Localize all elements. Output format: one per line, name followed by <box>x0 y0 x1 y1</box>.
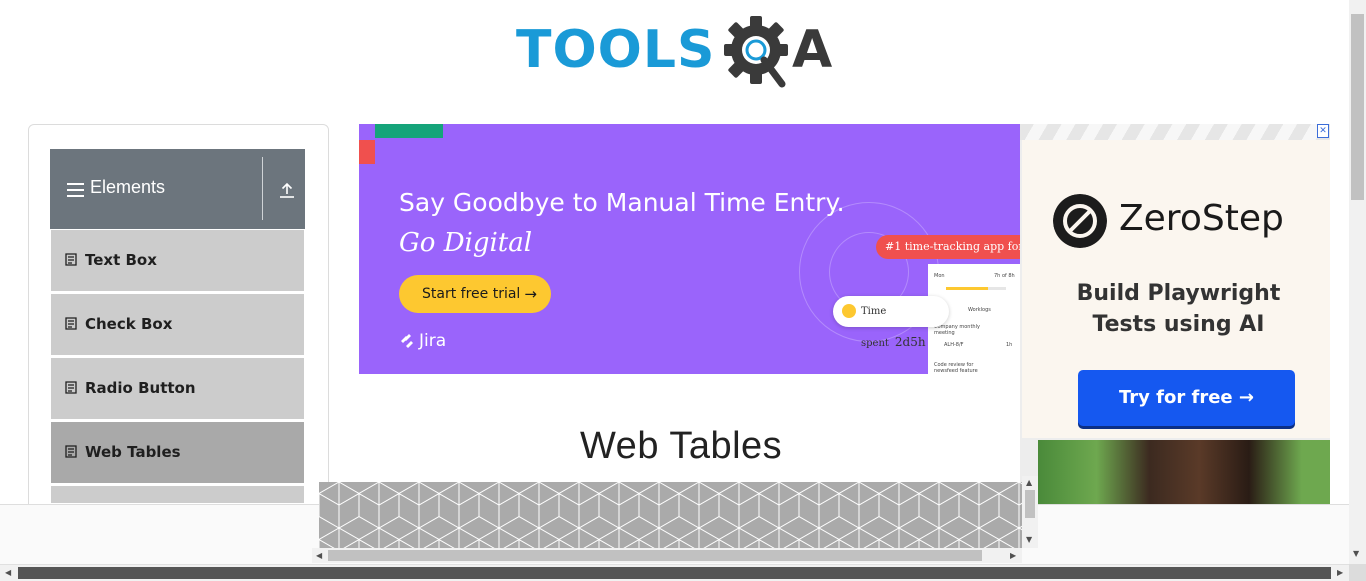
sidebar-item-radio-button[interactable]: Radio Button <box>51 358 304 420</box>
card-section: Worklogs <box>968 307 991 313</box>
zerostep-logo-icon <box>1053 194 1107 248</box>
jira-brand: Jira <box>399 331 446 351</box>
sidebar-item-web-tables[interactable]: Web Tables <box>51 422 304 484</box>
timer-value: 2d5h <box>894 335 926 349</box>
document-icon <box>65 445 77 458</box>
ad-timer-chip: Time spent 2d5h <box>833 296 949 349</box>
scroll-thumb[interactable] <box>1351 14 1364 200</box>
document-icon <box>65 253 77 266</box>
ad-subheadline: Go Digital <box>399 228 533 258</box>
page-title: Web Tables <box>580 425 783 467</box>
document-icon <box>65 317 77 330</box>
sidebar-item-label: Text Box <box>85 251 157 269</box>
scroll-left-icon[interactable]: ◀ <box>316 552 322 560</box>
card-hours: 7h of 8h <box>994 273 1015 279</box>
ad-frame-horizontal-scrollbar[interactable]: ◀ ▶ <box>312 548 1022 563</box>
zerostep-ad[interactable]: ✕ ZeroStep Build Playwright Tests using … <box>1020 124 1330 504</box>
scroll-right-icon[interactable]: ▶ <box>1010 552 1016 560</box>
group-title: Elements <box>90 177 166 197</box>
card-item-pct: 1h <box>1006 342 1013 348</box>
sidebar-item-label: Check Box <box>85 315 173 333</box>
card-day: Mon <box>934 273 945 279</box>
scroll-right-icon[interactable]: ▶ <box>1337 569 1343 577</box>
cube-pattern <box>319 482 1022 548</box>
tagline-line: Tests using AI <box>1092 312 1265 337</box>
logo-text-a: A <box>792 20 833 80</box>
jira-brand-text: Jira <box>419 331 447 351</box>
cta-label: Start free trial <box>422 286 521 302</box>
ad-badge: #1 time-tracking app for Jira <box>876 235 1020 259</box>
site-logo[interactable]: TOOLS A <box>514 14 838 92</box>
scroll-up-icon[interactable]: ▲ <box>1026 479 1032 487</box>
card-item: Code review for newsfeed feature <box>934 362 978 374</box>
hamburger-icon <box>67 183 84 197</box>
zerostep-tagline: Build Playwright Tests using AI <box>1022 278 1330 340</box>
ad-accent-bar <box>375 124 443 138</box>
sidebar-item-next[interactable] <box>51 486 304 504</box>
ad-headline: Say Goodbye to Manual Time Entry. <box>399 188 845 217</box>
scroll-thumb[interactable] <box>328 550 982 561</box>
bottom-ad-frame[interactable] <box>319 482 1022 548</box>
scroll-down-icon[interactable]: ▼ <box>1026 536 1032 544</box>
scroll-thumb[interactable] <box>18 567 1331 579</box>
zerostep-brand: ZeroStep <box>1119 198 1284 239</box>
tagline-line: Build Playwright <box>1076 281 1281 306</box>
sidebar-item-label: Web Tables <box>85 443 181 461</box>
sidebar-item-label: Radio Button <box>85 379 196 397</box>
ad-pattern <box>1020 124 1330 140</box>
elements-group-header[interactable]: Elements <box>50 149 305 229</box>
card-item: Company monthly meeting <box>934 324 980 336</box>
try-for-free-button[interactable]: Try for free → <box>1078 370 1295 426</box>
ad-frame-vertical-scrollbar[interactable]: ▲ ▼ <box>1022 476 1038 548</box>
card-item-code: ALH-8/F <box>944 342 964 348</box>
ad-accent-square <box>359 140 375 164</box>
arrow-right-icon: → <box>524 285 537 303</box>
sidebar-item-check-box[interactable]: Check Box <box>51 294 304 356</box>
scroll-down-icon[interactable]: ▼ <box>1353 550 1359 558</box>
page-vertical-scrollbar[interactable]: ▼ <box>1349 0 1366 564</box>
start-free-trial-button[interactable]: Start free trial → <box>399 275 551 313</box>
ad-photo <box>1038 440 1330 504</box>
scrollbar-corner <box>1349 564 1366 581</box>
scroll-left-icon[interactable]: ◀ <box>5 569 11 577</box>
scroll-thumb[interactable] <box>1025 490 1035 518</box>
card-progress <box>946 287 1006 290</box>
document-icon <box>65 381 77 394</box>
sidebar-item-text-box[interactable]: Text Box <box>51 230 304 292</box>
jira-ad-banner[interactable]: Say Goodbye to Manual Time Entry. Go Dig… <box>359 124 1020 374</box>
clock-icon <box>842 304 856 318</box>
logo-text-tools: TOOLS <box>516 20 716 80</box>
gear-magnifier-icon <box>724 16 788 88</box>
zerostep-card: ZeroStep Build Playwright Tests using AI… <box>1022 140 1330 438</box>
page: TOOLS A Elements Text Box Check Box Radi… <box>0 0 1366 581</box>
jira-logo-icon <box>401 334 413 348</box>
page-horizontal-scrollbar[interactable]: ◀ ▶ <box>0 564 1349 581</box>
header-divider <box>262 157 263 220</box>
close-icon[interactable]: ✕ <box>1317 124 1329 138</box>
upload-arrow-icon[interactable] <box>278 181 296 199</box>
